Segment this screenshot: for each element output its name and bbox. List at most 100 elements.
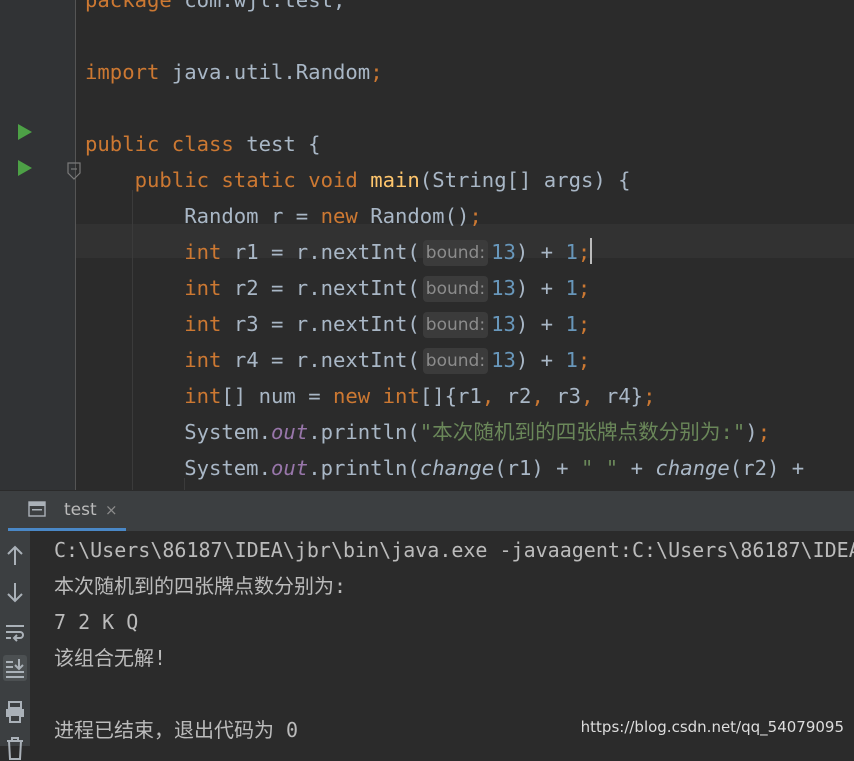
code-token: int	[184, 276, 234, 300]
code-token: 13	[491, 240, 516, 264]
code-token: change	[419, 456, 495, 480]
code-token: System.	[85, 456, 271, 480]
console-tab-icon	[28, 501, 46, 517]
code-token: ) +	[515, 240, 566, 264]
console-line: 7 2 K Q	[54, 610, 139, 634]
run-side-toolbar	[0, 531, 30, 760]
code-line[interactable]: int[] num = new int[]{r1, r2, r3, r4};	[85, 378, 804, 414]
code-line[interactable]: Random r = new Random();	[85, 198, 804, 234]
code-token: ;	[643, 384, 656, 408]
code-token: (String[] args) {	[419, 168, 631, 192]
run-tool-window-header: test ×	[0, 490, 854, 532]
code-line[interactable]: System.out.println(change(r1) + " " + ch…	[85, 450, 804, 486]
code-line[interactable]: package com.wjl.test;	[85, 0, 804, 18]
code-token: change	[655, 456, 730, 480]
rerun-up-icon[interactable]	[3, 543, 27, 569]
code-token: int	[184, 348, 234, 372]
code-token: 13	[491, 348, 516, 372]
code-text[interactable]: package com.wjl.test; import java.util.R…	[85, 0, 804, 490]
code-token: 1	[565, 348, 578, 372]
code-token: (r2) +	[729, 456, 805, 480]
code-token: int	[184, 384, 222, 408]
code-token: ;	[577, 276, 591, 300]
code-token: package	[85, 0, 185, 12]
code-token: )	[745, 420, 758, 444]
code-token: out	[270, 420, 309, 444]
code-token: import	[85, 60, 172, 84]
code-token: ,	[531, 384, 557, 408]
code-token: r2 = r.nextInt(	[233, 276, 420, 300]
text-caret	[590, 238, 593, 264]
console-line: 该组合无解!	[54, 646, 167, 670]
code-token: []{r1	[419, 384, 482, 408]
code-token: 1	[565, 240, 578, 264]
code-token: ,	[581, 384, 606, 408]
code-line[interactable]: int r4 = r.nextInt(bound: 13) + 1;	[85, 342, 804, 378]
code-token: ;	[577, 240, 591, 264]
run-main-icon[interactable]	[18, 160, 32, 176]
print-icon[interactable]	[3, 699, 27, 725]
console-line: 本次随机到的四张牌点数分别为:	[54, 574, 347, 598]
tab-label: test	[64, 500, 97, 520]
code-line[interactable]: public static void main(String[] args) {	[85, 162, 804, 198]
parameter-hint: bound:	[422, 276, 489, 302]
console-line: C:\Users\86187\IDEA\jbr\bin\java.exe -ja…	[54, 538, 854, 562]
code-token: +	[618, 456, 656, 480]
code-token: ;	[577, 348, 591, 372]
code-editor[interactable]: package com.wjl.test; import java.util.R…	[0, 0, 854, 490]
code-token: ) +	[515, 276, 566, 300]
code-token: ;	[757, 420, 771, 444]
code-token: int	[184, 240, 234, 264]
code-line[interactable]: int r2 = r.nextInt(bound: 13) + 1;	[85, 270, 804, 306]
code-token: public class	[85, 132, 247, 156]
code-token: r4}	[605, 384, 644, 408]
code-line[interactable]: int r1 = r.nextInt(bound: 13) + 1;	[85, 234, 804, 270]
code-line[interactable]	[85, 18, 804, 54]
soft-wrap-icon[interactable]	[3, 619, 27, 645]
fold-icon[interactable]	[66, 162, 82, 180]
trash-icon[interactable]	[3, 735, 27, 761]
code-line[interactable]: public class test {	[85, 126, 804, 162]
code-token: com.wjl.test;	[184, 0, 346, 12]
code-token: "本次随机到的四张牌点数分别为:"	[419, 420, 746, 444]
console-text: C:\Users\86187\IDEA\jbr\bin\java.exe -ja…	[54, 532, 854, 746]
console-output[interactable]: C:\Users\86187\IDEA\jbr\bin\java.exe -ja…	[30, 531, 854, 746]
code-token: test {	[246, 132, 321, 156]
code-line[interactable]	[85, 90, 804, 126]
watermark: https://blog.csdn.net/qq_54079095	[580, 718, 844, 736]
code-token: java.util.Random	[171, 60, 371, 84]
code-line[interactable]: int r3 = r.nextInt(bound: 13) + 1;	[85, 306, 804, 342]
code-token: ;	[577, 312, 591, 336]
tab-run-test[interactable]: test ×	[8, 491, 126, 531]
code-token: int	[184, 312, 234, 336]
code-line[interactable]: import java.util.Random;	[85, 54, 804, 90]
code-token: r4 = r.nextInt(	[233, 348, 420, 372]
editor-gutter	[0, 0, 76, 490]
code-token: 13	[491, 312, 516, 336]
run-class-icon[interactable]	[18, 124, 32, 140]
parameter-hint: bound:	[422, 240, 489, 266]
parameter-hint: bound:	[422, 348, 489, 374]
code-token: ;	[469, 204, 482, 228]
code-token: ) +	[515, 348, 566, 372]
close-icon[interactable]: ×	[105, 501, 118, 519]
code-token: Random r =	[85, 204, 321, 228]
code-token: 1	[565, 276, 578, 300]
code-token: ;	[370, 60, 383, 84]
code-token: .println(	[308, 420, 420, 444]
code-token: ,	[481, 384, 507, 408]
code-token: " "	[580, 456, 619, 480]
code-token: r3 = r.nextInt(	[233, 312, 420, 336]
code-token: r2	[506, 384, 532, 408]
code-token: main	[370, 168, 420, 192]
code-token: out	[270, 456, 309, 480]
scroll-to-end-icon[interactable]	[3, 655, 27, 681]
down-arrow-icon[interactable]	[3, 579, 27, 605]
code-line[interactable]: System.out.println("本次随机到的四张牌点数分别为:");	[85, 414, 804, 450]
